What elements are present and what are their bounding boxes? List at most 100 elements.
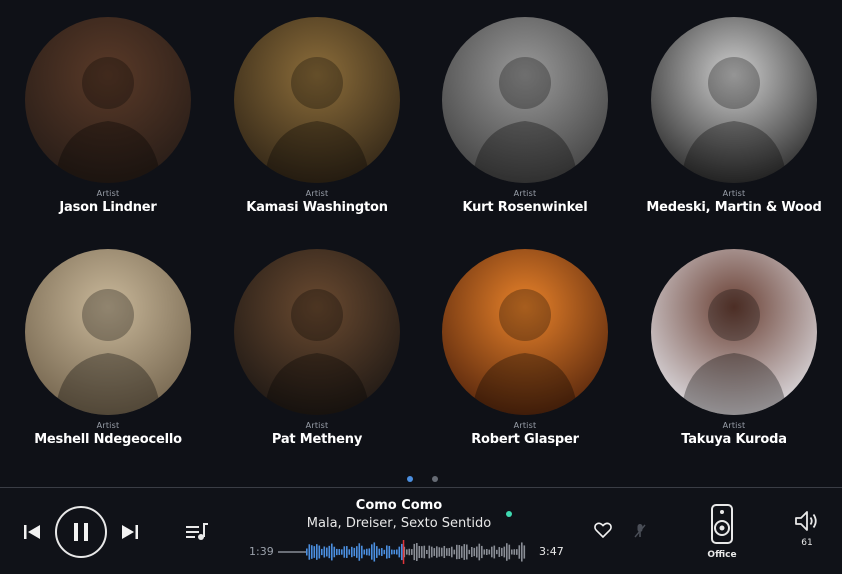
waveform-bar — [503, 546, 506, 558]
waveform-bar — [326, 547, 328, 557]
waveform-bar — [343, 546, 346, 558]
waveform-bar — [471, 547, 473, 557]
heart-icon — [594, 522, 612, 538]
page-dot-1[interactable] — [407, 476, 413, 482]
artist-card[interactable]: Artist Robert Glasper — [425, 249, 625, 447]
voice-button[interactable] — [632, 522, 648, 540]
artist-photo[interactable] — [442, 17, 608, 183]
player-bar: Como Como Mala, Dreiser, Sexto Sentido 1… — [0, 487, 842, 574]
artist-photo-image — [651, 249, 817, 415]
waveform-bar — [518, 545, 521, 559]
artist-name[interactable]: Takuya Kuroda — [634, 432, 834, 447]
waveform-bar — [371, 544, 373, 560]
artist-name[interactable]: Robert Glasper — [425, 432, 625, 447]
waveform-bar — [521, 542, 523, 562]
volume-icon — [795, 511, 817, 531]
artist-photo[interactable] — [234, 17, 400, 183]
waveform-bar — [466, 544, 468, 560]
artist-card[interactable]: Artist Meshell Ndegeocello — [8, 249, 208, 447]
waveform-bar — [453, 549, 456, 555]
waveform-bar — [313, 546, 316, 558]
waveform-bar — [386, 545, 388, 559]
waveform-bar — [491, 546, 493, 558]
artist-photo[interactable] — [25, 249, 191, 415]
artist-photo[interactable] — [651, 249, 817, 415]
status-dot — [506, 511, 512, 517]
waveform-bar — [448, 547, 451, 557]
artist-card[interactable]: Artist Takuya Kuroda — [634, 249, 834, 447]
artist-photo[interactable] — [25, 17, 191, 183]
waveform-bar — [391, 549, 393, 555]
waveform-bar — [486, 549, 488, 555]
waveform-bar — [336, 548, 338, 556]
room-selector[interactable]: Office — [698, 504, 746, 560]
skip-previous-icon — [24, 525, 40, 539]
artist-type-label: Artist — [305, 189, 329, 198]
waveform-bar — [361, 545, 363, 559]
track-artist[interactable]: Mala, Dreiser, Sexto Sentido — [290, 516, 508, 531]
artist-photo-image — [234, 17, 400, 183]
waveform-bar — [413, 543, 416, 561]
waveform-bar — [396, 549, 398, 555]
waveform-bar — [388, 545, 391, 559]
waveform-seekbar[interactable] — [278, 540, 528, 564]
volume-control[interactable]: 61 — [790, 510, 824, 548]
artist-name[interactable]: Jason Lindner — [8, 200, 208, 215]
artist-card[interactable]: Artist Jason Lindner — [8, 17, 208, 215]
page-indicator — [407, 476, 438, 482]
artist-photo-image — [442, 249, 608, 415]
waveform-bar — [443, 545, 446, 559]
artist-card[interactable]: Artist Pat Metheny — [217, 249, 417, 447]
previous-track-button[interactable] — [20, 520, 44, 544]
waveform-bar — [373, 542, 376, 562]
waveform-bar — [338, 549, 341, 555]
next-track-button[interactable] — [118, 520, 142, 544]
waveform-bar — [316, 544, 318, 560]
waveform-bar — [393, 549, 396, 555]
waveform-bar — [318, 545, 321, 559]
waveform-bar — [461, 546, 463, 558]
page-dot-2[interactable] — [432, 476, 438, 482]
artist-card[interactable]: Artist Medeski, Martin & Wood — [634, 17, 834, 215]
waveform-bar — [493, 545, 496, 559]
waveform-bar — [451, 546, 453, 558]
waveform-bar — [428, 545, 431, 559]
waveform-lead-line — [278, 551, 306, 553]
waveform-bar — [398, 546, 401, 558]
waveform-bar — [433, 548, 436, 556]
playhead[interactable] — [402, 540, 405, 564]
waveform-bar — [333, 546, 336, 558]
artist-card[interactable]: Artist Kamasi Washington — [217, 17, 417, 215]
waveform-bar — [378, 548, 381, 556]
waveform-bar — [496, 549, 498, 555]
artist-name[interactable]: Medeski, Martin & Wood — [634, 200, 834, 215]
artist-type-label: Artist — [96, 189, 120, 198]
waveform-bar — [321, 548, 323, 556]
artist-photo-image — [442, 17, 608, 183]
track-title[interactable]: Como Como — [300, 498, 498, 513]
waveform-bar — [426, 549, 428, 555]
waveform-bar — [356, 546, 358, 558]
artist-photo[interactable] — [234, 249, 400, 415]
pause-button[interactable] — [55, 506, 107, 558]
artist-name[interactable]: Kamasi Washington — [217, 200, 417, 215]
artist-photo-image — [25, 249, 191, 415]
artist-name[interactable]: Kurt Rosenwinkel — [425, 200, 625, 215]
artist-name[interactable]: Pat Metheny — [217, 432, 417, 447]
waveform-bar — [416, 543, 418, 561]
artist-name[interactable]: Meshell Ndegeocello — [8, 432, 208, 447]
elapsed-time: 1:39 — [249, 545, 274, 558]
favorite-button[interactable] — [593, 520, 613, 540]
waveform-bar — [406, 549, 408, 555]
artist-card[interactable]: Artist Kurt Rosenwinkel — [425, 17, 625, 215]
waveform-bar — [501, 547, 503, 557]
waveform-bar — [328, 545, 331, 559]
artist-photo[interactable] — [651, 17, 817, 183]
waveform-bar — [513, 549, 516, 555]
waveform-bar — [376, 546, 378, 558]
queue-button[interactable] — [184, 520, 210, 544]
waveform-bar — [306, 548, 308, 556]
artist-photo[interactable] — [442, 249, 608, 415]
waveform-bar — [436, 546, 438, 558]
waveform-bar — [473, 547, 476, 557]
